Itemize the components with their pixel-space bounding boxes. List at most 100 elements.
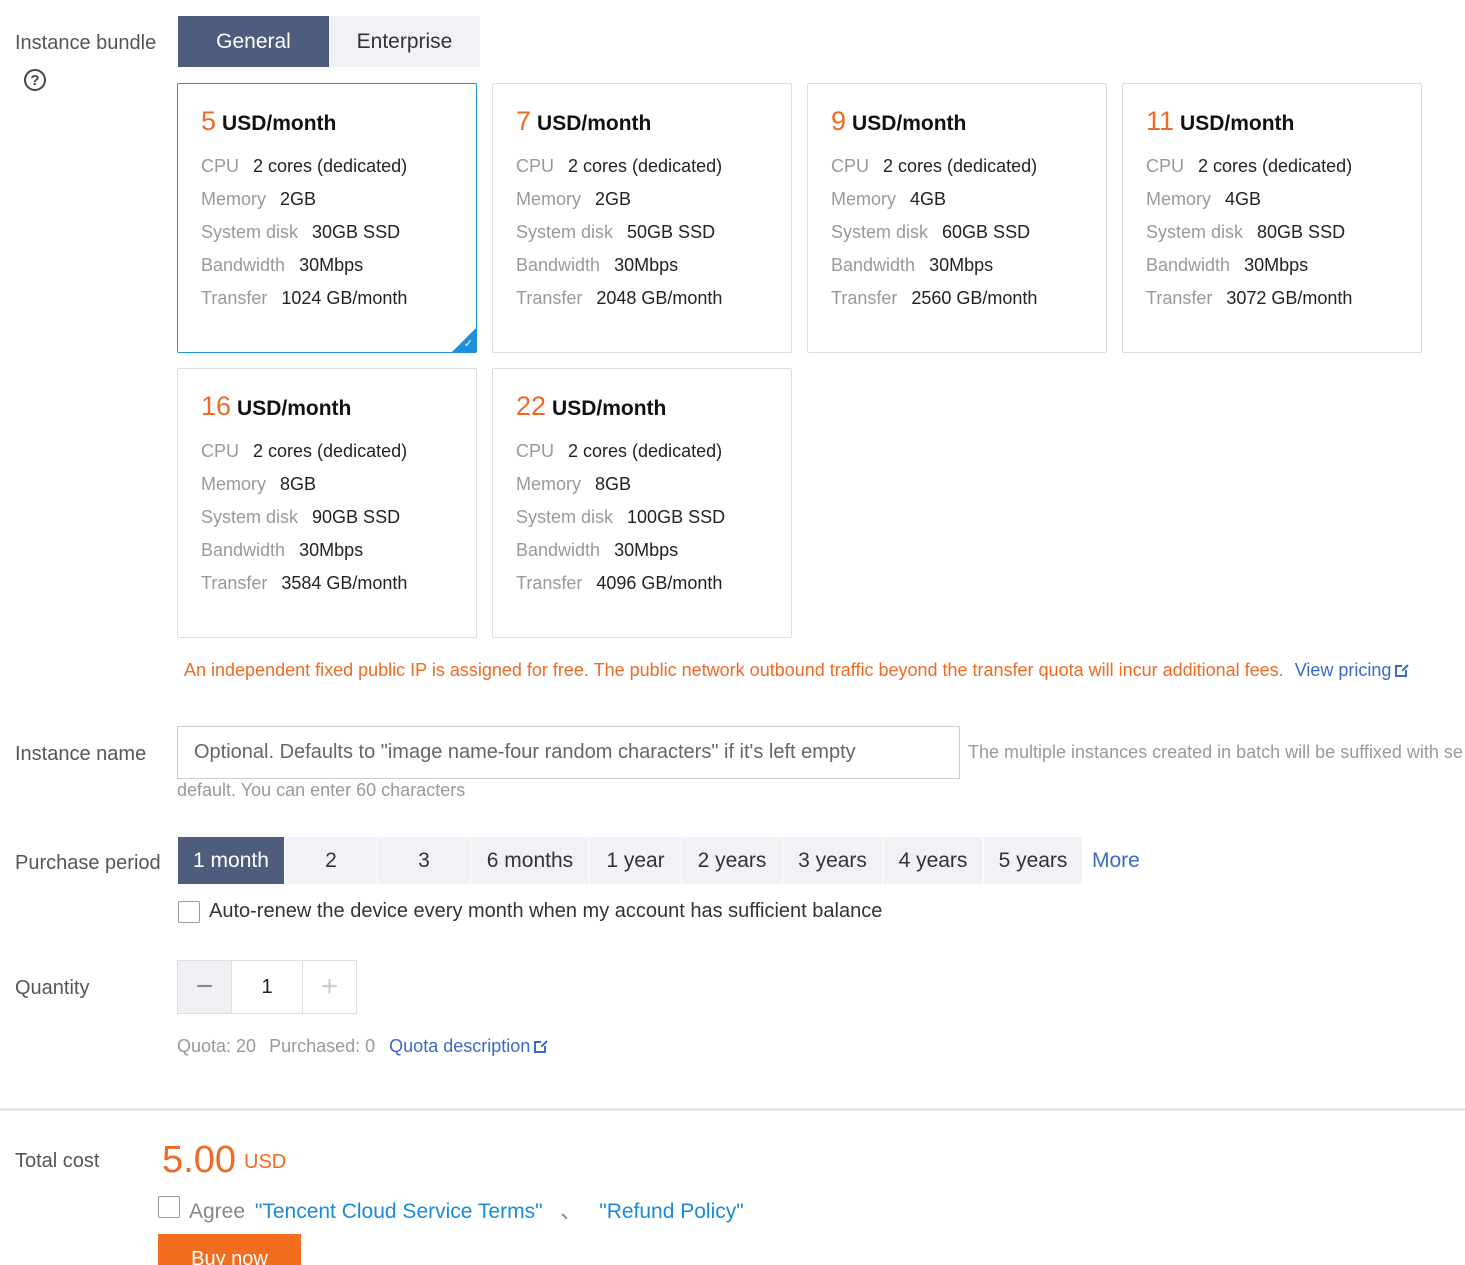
period-4-years[interactable]: 4 years: [883, 837, 984, 884]
total-cost-label: Total cost: [15, 1150, 100, 1172]
spec-key-bandwidth: Bandwidth: [831, 255, 916, 275]
spec-key-bandwidth: Bandwidth: [516, 540, 601, 560]
period-1-year[interactable]: 1 year: [590, 837, 682, 884]
auto-renew-checkbox[interactable]: [178, 901, 200, 923]
spec-key-bandwidth: Bandwidth: [516, 255, 601, 275]
plan-unit: USD/month: [222, 112, 337, 135]
spec-bandwidth: 30Mbps: [614, 255, 679, 275]
period-2-years[interactable]: 2 years: [682, 837, 783, 884]
instance-name-hint-cont: default. You can enter 60 characters: [177, 780, 466, 800]
spec-key-cpu: CPU: [516, 441, 555, 461]
spec-transfer: 3584 GB/month: [281, 573, 408, 593]
instance-name-label: Instance name: [15, 743, 147, 765]
spec-key-transfer: Transfer: [831, 288, 898, 308]
purchase-period-label: Purchase period: [15, 852, 161, 874]
spec-key-disk: System disk: [516, 507, 614, 527]
buy-now-button[interactable]: Buy now: [158, 1234, 301, 1265]
spec-bandwidth: 30Mbps: [299, 540, 364, 560]
spec-disk: 100GB SSD: [627, 507, 726, 527]
spec-disk: 80GB SSD: [1257, 222, 1346, 242]
spec-key-bandwidth: Bandwidth: [1146, 255, 1231, 275]
plan-unit: USD/month: [1180, 112, 1295, 135]
spec-key-disk: System disk: [516, 222, 614, 242]
bundle-tabs: General Enterprise: [178, 16, 480, 67]
quantity-stepper: − 1 +: [177, 960, 357, 1014]
period-3-years[interactable]: 3 years: [783, 837, 883, 884]
service-terms-link[interactable]: "Tencent Cloud Service Terms": [255, 1200, 543, 1223]
plan-card-22[interactable]: 22 USD/month CPU 2 cores (dedicated) Memor…: [492, 368, 792, 638]
spec-transfer: 3072 GB/month: [1226, 288, 1353, 308]
spec-key-memory: Memory: [201, 189, 267, 209]
quota-description-link[interactable]: Quota description: [389, 1036, 549, 1056]
spec-bandwidth: 30Mbps: [614, 540, 679, 560]
plan-unit: USD/month: [537, 112, 652, 135]
plan-price: 7: [516, 106, 532, 136]
spec-key-transfer: Transfer: [201, 288, 268, 308]
increment-button[interactable]: +: [303, 961, 356, 1013]
plan-card-9[interactable]: 9 USD/month CPU 2 cores (dedicated) Memory…: [807, 83, 1107, 353]
spec-key-memory: Memory: [516, 474, 582, 494]
agree-label: Agree: [189, 1200, 246, 1223]
decrement-button[interactable]: −: [178, 961, 231, 1013]
spec-key-disk: System disk: [201, 222, 299, 242]
spec-disk: 90GB SSD: [312, 507, 401, 527]
plan-price: 9: [831, 106, 847, 136]
spec-bandwidth: 30Mbps: [1244, 255, 1309, 275]
spec-cpu: 2 cores (dedicated): [253, 156, 408, 176]
plan-price: 5: [201, 106, 217, 136]
spec-key-memory: Memory: [1146, 189, 1212, 209]
period-5-years[interactable]: 5 years: [984, 837, 1083, 884]
view-pricing-label: View pricing: [1294, 660, 1392, 680]
plan-card-16[interactable]: 16 USD/month CPU 2 cores (dedicated) Memor…: [177, 368, 477, 638]
spec-transfer: 2560 GB/month: [911, 288, 1038, 308]
instance-name-input[interactable]: [177, 726, 960, 779]
period-6-months[interactable]: 6 months: [471, 837, 590, 884]
view-pricing-link[interactable]: View pricing: [1294, 660, 1410, 680]
total-amount: 5.00: [162, 1139, 236, 1181]
spec-bandwidth: 30Mbps: [929, 255, 994, 275]
spec-cpu: 2 cores (dedicated): [253, 441, 408, 461]
instance-name-hint: The multiple instances created in batch …: [968, 742, 1463, 762]
spec-key-memory: Memory: [201, 474, 267, 494]
spec-memory: 4GB: [910, 189, 947, 209]
spec-key-transfer: Transfer: [201, 573, 268, 593]
spec-transfer: 1024 GB/month: [281, 288, 408, 308]
notice-text: An independent fixed public IP is assign…: [184, 660, 1284, 680]
refund-policy-link[interactable]: "Refund Policy": [599, 1200, 743, 1223]
quantity-label: Quantity: [15, 977, 90, 999]
period-1-month[interactable]: 1 month: [178, 837, 285, 884]
spec-transfer: 2048 GB/month: [596, 288, 723, 308]
quantity-value[interactable]: 1: [231, 961, 303, 1013]
spec-cpu: 2 cores (dedicated): [568, 441, 723, 461]
spec-key-cpu: CPU: [201, 156, 240, 176]
separator: 、: [560, 1200, 582, 1223]
spec-key-memory: Memory: [831, 189, 897, 209]
spec-key-cpu: CPU: [516, 156, 555, 176]
tab-general[interactable]: General: [178, 16, 329, 67]
spec-cpu: 2 cores (dedicated): [1198, 156, 1353, 176]
purchased-text: Purchased: 0: [269, 1036, 376, 1056]
spec-key-cpu: CPU: [831, 156, 870, 176]
period-2[interactable]: 2: [285, 837, 378, 884]
external-link-icon: [1395, 663, 1410, 677]
plan-card-7[interactable]: 7 USD/month CPU 2 cores (dedicated) Memory…: [492, 83, 792, 353]
tab-enterprise[interactable]: Enterprise: [329, 16, 480, 67]
plan-price: 22: [516, 391, 547, 421]
period-3[interactable]: 3: [378, 837, 471, 884]
instance-bundle-label: Instance bundle: [15, 32, 157, 54]
agree-checkbox[interactable]: [158, 1196, 180, 1218]
plan-card-5[interactable]: 5 USD/month CPU 2 cores (dedicated) Memory…: [177, 83, 477, 353]
help-icon[interactable]: ?: [24, 69, 46, 91]
spec-memory: 8GB: [280, 474, 317, 494]
spec-disk: 60GB SSD: [942, 222, 1031, 242]
spec-cpu: 2 cores (dedicated): [568, 156, 723, 176]
fees-notice: An independent fixed public IP is assign…: [184, 660, 1410, 681]
spec-cpu: 2 cores (dedicated): [883, 156, 1038, 176]
spec-memory: 4GB: [1225, 189, 1262, 209]
plan-unit: USD/month: [552, 397, 667, 420]
spec-disk: 50GB SSD: [627, 222, 716, 242]
footer-divider: [0, 1108, 1465, 1111]
total-currency: USD: [244, 1151, 287, 1173]
period-more-link[interactable]: More: [1092, 849, 1140, 873]
plan-card-11[interactable]: 11 USD/month CPU 2 cores (dedicated) Memor…: [1122, 83, 1422, 353]
